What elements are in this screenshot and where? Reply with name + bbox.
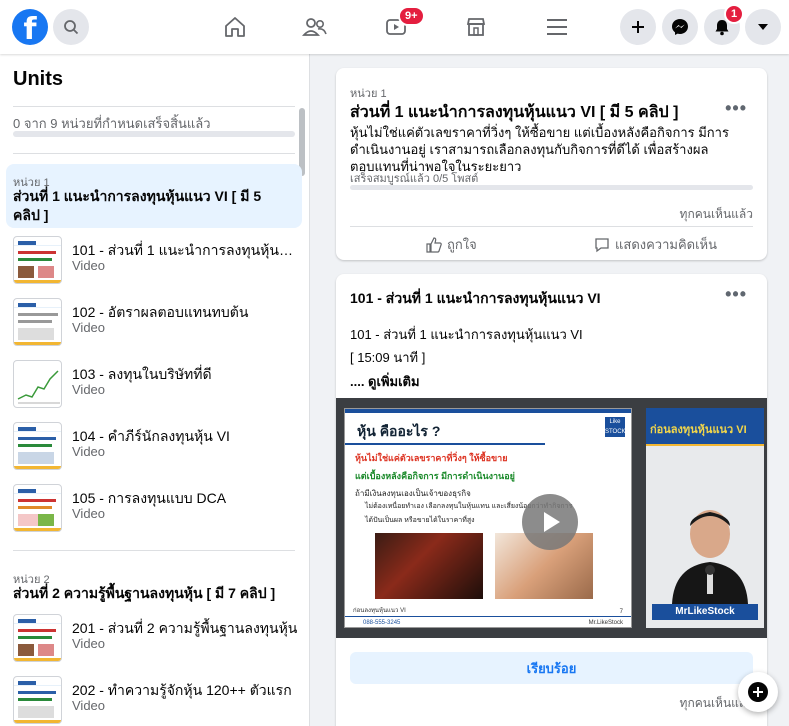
lesson-title: 101 - ส่วนที่ 1 แนะนำการลงทุนหุ้นแนว VI — [72, 242, 302, 258]
slide-footer-left: ก่อนลงทุนหุ้นแนว VI — [353, 608, 406, 614]
lesson-type: Video — [72, 320, 106, 335]
lesson-thumbnail — [13, 484, 62, 532]
slide-heading: หุ้น คืออะไร ? — [357, 423, 441, 439]
presenter-frame: ก่อนลงทุนหุ้นแนว VI MrLikeStock — [646, 408, 764, 628]
lesson-105[interactable]: 105 - การลงทุนแบบ DCA Video — [13, 484, 303, 534]
plus-icon — [632, 21, 644, 33]
seen-by-text: ทุกคนเห็นแล้ว — [679, 207, 753, 221]
slide-footer-right: Mr.LikeStock — [588, 620, 623, 626]
nav-home[interactable] — [215, 10, 255, 44]
divider — [13, 550, 295, 551]
nav-marketplace[interactable] — [456, 10, 496, 44]
post-text-line1: 101 - ส่วนที่ 1 แนะนำการลงทุนหุ้นแนว VI — [350, 327, 583, 342]
unit-card-description: หุ้นไม่ใช่แค่ตัวเลขราคาที่วิ่งๆ ให้ซื้อข… — [350, 125, 729, 174]
slide-bullet-1: หุ้นไม่ใช่แค่ตัวเลขราคาที่วิ่งๆ ให้ซื้อข… — [355, 453, 508, 463]
lesson-type: Video — [72, 506, 106, 521]
plus-circle-icon — [748, 682, 768, 702]
like-button[interactable]: ถูกใจ — [426, 234, 477, 255]
search-button[interactable] — [53, 9, 89, 45]
lesson-thumbnail — [13, 298, 62, 346]
lesson-title: 103 - ลงทุนในบริษัทที่ดี — [72, 366, 212, 382]
like-label: ถูกใจ — [447, 237, 477, 252]
video-slide: หุ้น คืออะไร ? Like STOCK หุ้นไม่ใช่แค่ต… — [344, 408, 632, 628]
see-more-link[interactable]: .... ดูเพิ่มเติม — [350, 371, 420, 392]
more-options-icon[interactable]: ••• — [725, 284, 747, 305]
play-button[interactable] — [522, 494, 578, 550]
likestock-logo: Like STOCK — [605, 417, 626, 437]
slide-bullet-5: ได้ปันเป็นผล หรือขายได้ในราคาที่สูง — [365, 517, 475, 524]
comment-button[interactable]: แสดงความคิดเห็น — [594, 234, 717, 255]
lesson-201[interactable]: 201 - ส่วนที่ 2 ความรู้พื้นฐานลงทุนหุ้น … — [13, 614, 303, 664]
lesson-thumbnail — [13, 614, 62, 662]
unit-card-title: ส่วนที่ 1 แนะนำการลงทุนหุ้นแนว VI [ มี 5… — [350, 104, 679, 121]
lesson-title: 104 - คำภีร์นักลงทุนหุ้น VI — [72, 428, 230, 444]
units-sidebar: Units 0 จาก 9 หน่วยที่กำหนดเสร็จสิ้นแล้ว… — [0, 54, 310, 726]
marketplace-icon — [466, 18, 486, 36]
lesson-title: 102 - อัตราผลตอบแทนทบต้น — [72, 304, 249, 320]
lesson-104[interactable]: 104 - คำภีร์นักลงทุนหุ้น VI Video — [13, 422, 303, 472]
friends-icon — [302, 18, 327, 36]
account-button[interactable] — [745, 9, 781, 45]
new-message-button[interactable] — [738, 672, 778, 712]
thumbs-up-icon — [426, 236, 442, 253]
lesson-103[interactable]: 103 - ลงทุนในบริษัทที่ดี Video — [13, 360, 303, 410]
lesson-type: Video — [72, 636, 106, 651]
slide-photo-trader — [375, 533, 483, 599]
units-heading: Units — [13, 68, 63, 90]
comment-label: แสดงความคิดเห็น — [615, 237, 718, 252]
slide-page-number: 7 — [619, 609, 623, 615]
facebook-logo-icon[interactable]: f — [12, 9, 48, 45]
home-icon — [225, 17, 245, 37]
lesson-title: 201 - ส่วนที่ 2 ความรู้พื้นฐานลงทุนหุ้น — [72, 620, 298, 636]
lesson-thumbnail — [13, 676, 62, 724]
messenger-button[interactable] — [662, 9, 698, 45]
notifications-button[interactable]: 1 — [704, 4, 745, 45]
lesson-type: Video — [72, 698, 106, 713]
lesson-thumbnail — [13, 360, 62, 408]
top-bar: f 9+ 1 — [0, 0, 789, 54]
lesson-type: Video — [72, 444, 106, 459]
lesson-202[interactable]: 202 - ทำความรู้จักหุ้น 120++ ตัวแรก Vide… — [13, 676, 303, 726]
video-badge: 9+ — [398, 6, 425, 26]
slide-bullet-2: แต่เบื้องหลังคือกิจการ มีการดำเนินงานอยู… — [355, 471, 515, 481]
lesson-title: 105 - การลงทุนแบบ DCA — [72, 490, 227, 506]
menu-icon — [547, 19, 567, 35]
comment-icon — [595, 237, 609, 252]
post-title: 101 - ส่วนที่ 1 แนะนำการลงทุนหุ้นแนว VI — [350, 290, 601, 306]
notification-badge: 1 — [724, 4, 745, 24]
lesson-thumbnail — [13, 236, 62, 284]
units-progress-bar — [13, 131, 295, 137]
lesson-101[interactable]: 101 - ส่วนที่ 1 แนะนำการลงทุนหุ้นแนว VI … — [13, 236, 303, 286]
play-icon — [544, 512, 560, 532]
divider — [13, 106, 295, 107]
slide-bullet-3: ถ้ามีเงินลงทุนเองเป็นเจ้าของธุรกิจ — [355, 489, 471, 498]
caret-down-icon — [758, 24, 768, 30]
unit-1-title: ส่วนที่ 1 แนะนำการลงทุนหุ้นแนว VI [ มี 5… — [13, 188, 262, 223]
unit-card-progress-bar — [350, 185, 753, 190]
search-icon — [64, 20, 79, 35]
post-card: 101 - ส่วนที่ 1 แนะนำการลงทุนหุ้นแนว VI … — [336, 274, 767, 726]
presenter-banner: ก่อนลงทุนหุ้นแนว VI — [650, 424, 747, 436]
presenter-tag: MrLikeStock — [652, 604, 758, 620]
lesson-102[interactable]: 102 - อัตราผลตอบแทนทบต้น Video — [13, 298, 303, 348]
lesson-type: Video — [72, 382, 106, 397]
mark-done-button[interactable]: เรียบร้อย — [350, 652, 753, 684]
post-text-duration: [ 15:09 นาที ] — [350, 350, 426, 365]
lesson-thumbnail — [13, 422, 62, 470]
lesson-type: Video — [72, 258, 106, 273]
unit-card: หน่วย 1 ส่วนที่ 1 แนะนำการลงทุนหุ้นแนว V… — [336, 68, 767, 260]
lesson-title: 202 - ทำความรู้จักหุ้น 120++ ตัวแรก — [72, 682, 292, 698]
more-options-icon[interactable]: ••• — [725, 98, 747, 119]
presenter-person-icon — [672, 510, 748, 604]
messenger-icon — [672, 19, 688, 35]
nav-menu[interactable] — [537, 10, 577, 44]
divider — [13, 153, 295, 154]
nav-watch[interactable]: 9+ — [376, 6, 425, 44]
divider — [350, 226, 753, 227]
video-player[interactable]: หุ้น คืออะไร ? Like STOCK หุ้นไม่ใช่แค่ต… — [336, 398, 767, 638]
slide-footer-phone: 088-555-3245 — [363, 620, 401, 626]
create-button[interactable] — [620, 9, 656, 45]
unit-2-title[interactable]: ส่วนที่ 2 ความรู้พื้นฐานลงทุนหุ้น [ มี 7… — [13, 584, 303, 603]
nav-friends[interactable] — [295, 10, 335, 44]
